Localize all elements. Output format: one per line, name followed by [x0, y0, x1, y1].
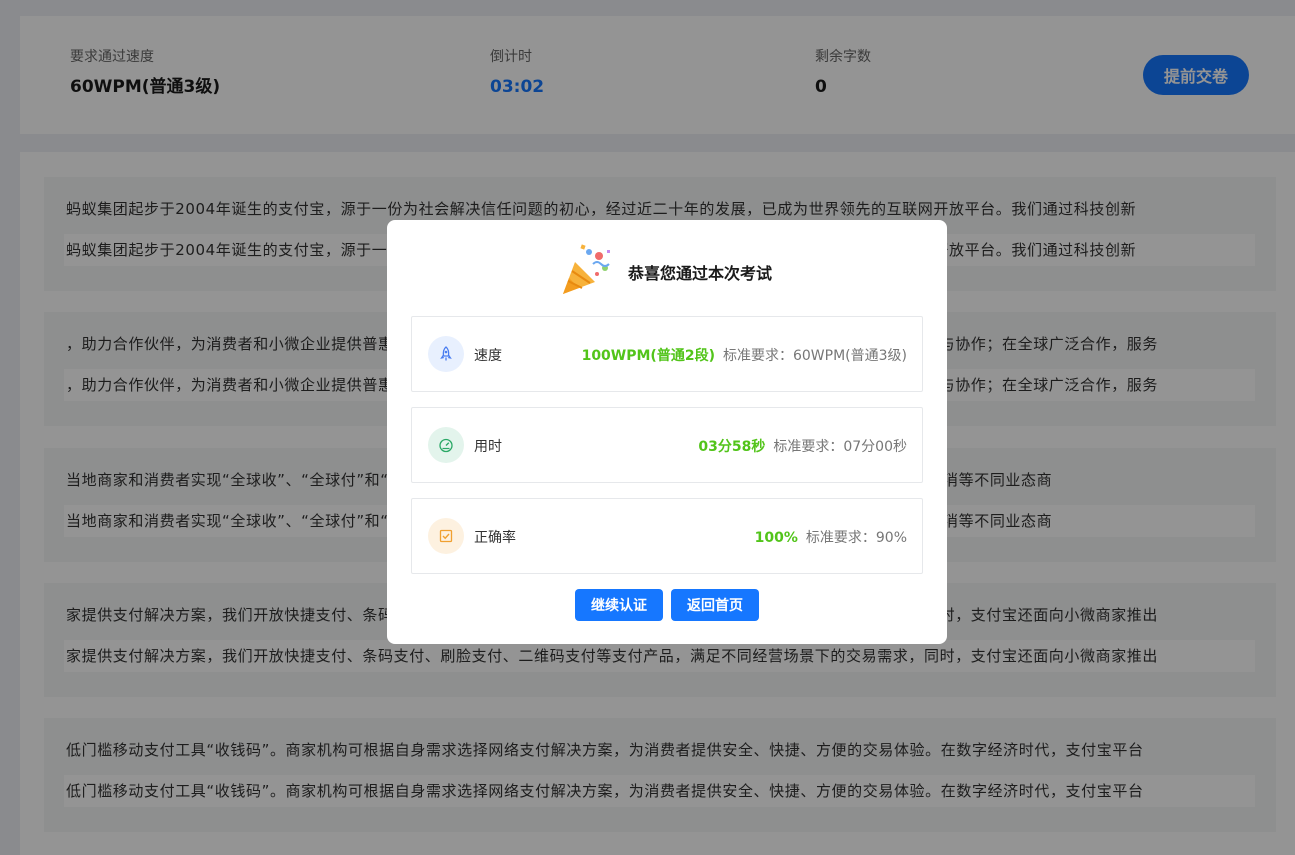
result-value: 03分58秒: [698, 439, 766, 455]
result-label: 用时: [474, 439, 502, 455]
result-values: 100% 标准要求：90%: [755, 527, 907, 547]
rocket-icon: [428, 336, 464, 372]
result-standard: 标准要求：07分00秒: [773, 439, 907, 455]
result-standard: 标准要求：90%: [805, 530, 907, 546]
continue-certification-button[interactable]: 继续认证: [575, 589, 663, 621]
party-popper-icon: [559, 242, 615, 298]
gauge-icon: [428, 427, 464, 463]
result-row-accuracy: 正确率 100% 标准要求：90%: [411, 498, 923, 574]
result-value: 100WPM(普通2段): [581, 348, 715, 364]
dialog-actions: 继续认证 返回首页: [387, 589, 947, 621]
result-standard: 标准要求：60WPM(普通3级): [722, 348, 907, 364]
result-label: 正确率: [474, 530, 516, 546]
result-label: 速度: [474, 348, 502, 364]
checkbox-icon: [428, 518, 464, 554]
typing-exam-page: 要求通过速度 60WPM(普通3级) 倒计时 03:02 剩余字数 0 提前交卷…: [0, 0, 1295, 855]
result-value: 100%: [754, 530, 798, 546]
result-row-speed: 速度 100WPM(普通2段) 标准要求：60WPM(普通3级): [411, 316, 923, 392]
dialog-title: 恭喜您通过本次考试: [628, 264, 773, 283]
exam-result-dialog: 恭喜您通过本次考试 速度 100WPM(普通2段) 标准要求：60WPM(普通3级…: [387, 220, 947, 644]
result-values: 03分58秒 标准要求：07分00秒: [698, 436, 907, 456]
result-values: 100WPM(普通2段) 标准要求：60WPM(普通3级): [582, 345, 907, 365]
dialog-header: 恭喜您通过本次考试: [387, 242, 947, 298]
result-row-time: 用时 03分58秒 标准要求：07分00秒: [411, 407, 923, 483]
back-home-button[interactable]: 返回首页: [671, 589, 759, 621]
